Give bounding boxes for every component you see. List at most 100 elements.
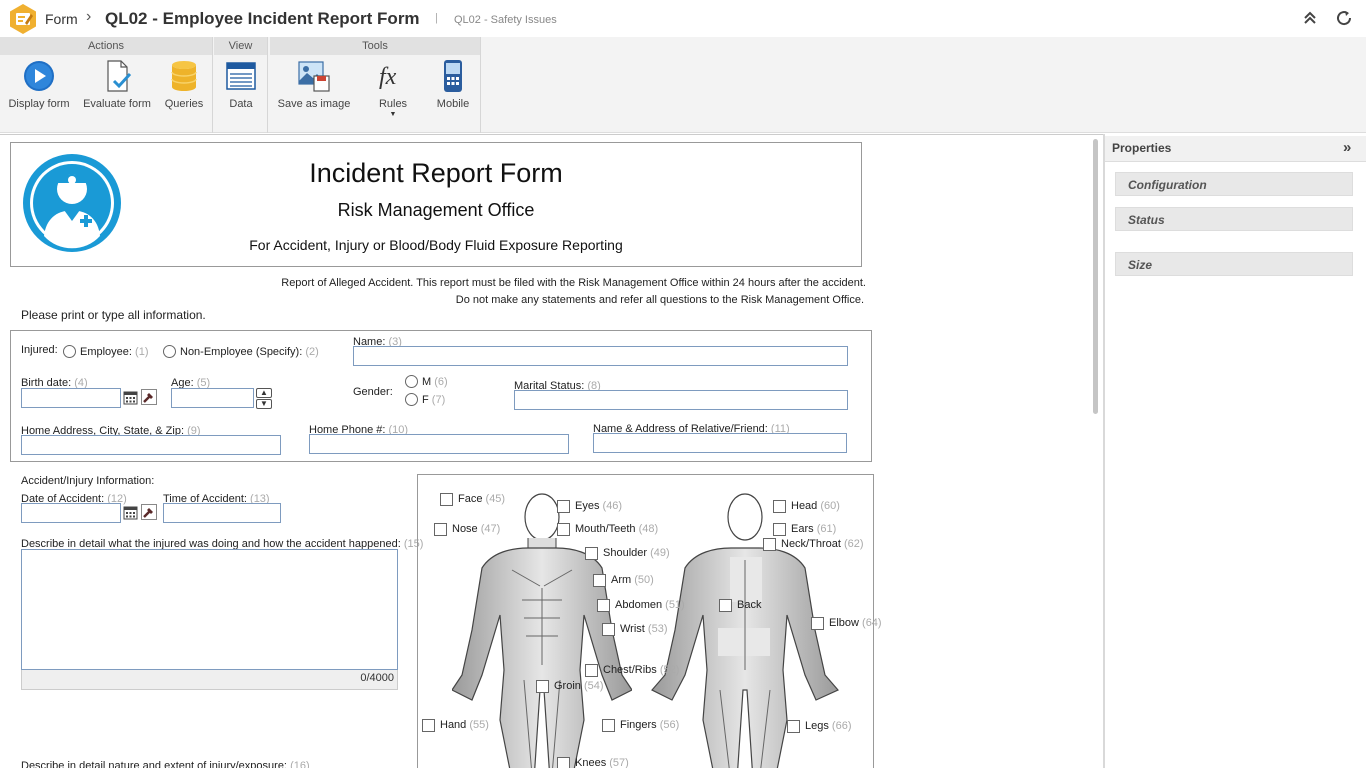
- play-icon: [22, 59, 56, 93]
- marital-status-input[interactable]: [514, 390, 848, 410]
- describe-accident-textarea[interactable]: [21, 549, 398, 670]
- display-form-label: Display form: [8, 98, 70, 110]
- eyes-label: Eyes (46): [575, 500, 623, 512]
- employee-radio[interactable]: [63, 345, 76, 358]
- address-input[interactable]: [21, 435, 281, 455]
- notice-line-2: Do not make any statements and refer all…: [455, 294, 864, 306]
- dropdown-caret-icon: ▼: [389, 111, 397, 118]
- database-icon: [167, 59, 201, 93]
- mobile-label: Mobile: [436, 98, 470, 110]
- refresh-icon[interactable]: [1335, 9, 1353, 27]
- groin-checkbox[interactable]: [536, 680, 549, 693]
- chest-ribs-checkbox[interactable]: [585, 664, 598, 677]
- ribbon-divider: [212, 37, 213, 133]
- ears-checkbox[interactable]: [773, 523, 786, 536]
- eyes-checkbox[interactable]: [557, 500, 570, 513]
- shoulder-checkbox[interactable]: [585, 547, 598, 560]
- name-input[interactable]: [353, 346, 848, 366]
- non-employee-radio[interactable]: [163, 345, 176, 358]
- fingers-label: Fingers (56): [620, 719, 680, 731]
- face-checkbox[interactable]: [440, 493, 453, 506]
- gender-m-radio[interactable]: [405, 375, 418, 388]
- calendar-icon[interactable]: [123, 505, 138, 520]
- neck-throat-checkbox[interactable]: [763, 538, 776, 551]
- page-title: QL02 - Employee Incident Report Form: [105, 9, 420, 28]
- image-save-icon: [297, 59, 331, 93]
- gender-f-label: F (7): [422, 394, 446, 406]
- size-section[interactable]: Size: [1115, 252, 1353, 276]
- clear-date-icon[interactable]: [141, 504, 157, 520]
- evaluate-form-button[interactable]: Evaluate form: [80, 59, 154, 129]
- mouth-teeth-label: Mouth/Teeth (48): [575, 523, 659, 535]
- back-checkbox[interactable]: [719, 599, 732, 612]
- knees-checkbox[interactable]: [557, 757, 570, 768]
- save-as-image-button[interactable]: Save as image: [276, 59, 352, 129]
- calendar-icon[interactable]: [123, 390, 138, 405]
- queries-button[interactable]: Queries: [160, 59, 208, 129]
- date-of-accident-input[interactable]: [21, 503, 121, 523]
- document-check-icon: [100, 59, 134, 93]
- form-title: Incident Report Form: [309, 158, 563, 188]
- non-employee-label: Non-Employee (Specify): (2): [180, 346, 319, 358]
- groin-label: Groin (54): [554, 680, 604, 692]
- character-counter: 0/4000: [21, 670, 398, 690]
- ears-label: Ears (61): [791, 523, 837, 535]
- form-purpose: For Accident, Injury or Blood/Body Fluid…: [249, 237, 623, 253]
- time-of-accident-input[interactable]: [163, 503, 281, 523]
- hand-checkbox[interactable]: [422, 719, 435, 732]
- head-label: Head (60): [791, 500, 840, 512]
- form-office: Risk Management Office: [337, 200, 535, 220]
- status-section[interactable]: Status: [1115, 207, 1353, 231]
- wrist-checkbox[interactable]: [602, 623, 615, 636]
- mobile-button[interactable]: Mobile: [432, 59, 474, 129]
- chest-ribs-label: Chest/Ribs (52): [603, 664, 680, 676]
- clear-date-icon[interactable]: [141, 389, 157, 405]
- display-form-button[interactable]: Display form: [4, 59, 74, 129]
- face-label: Face (45): [458, 493, 506, 505]
- collapse-right-icon[interactable]: »: [1343, 139, 1351, 156]
- ribbon-divider: [267, 37, 268, 133]
- ribbon-toolbar: Actions View Tools Display form Evaluate…: [0, 37, 1366, 133]
- properties-header: Properties »: [1105, 136, 1366, 162]
- ribbon-group-view: View: [214, 37, 267, 55]
- knees-label: Knees (57): [575, 757, 629, 768]
- collapse-up-icon[interactable]: [1301, 9, 1319, 27]
- app-logo-icon[interactable]: [8, 3, 38, 35]
- birth-date-input[interactable]: [21, 388, 121, 408]
- phone-input[interactable]: [309, 434, 569, 454]
- elbow-checkbox[interactable]: [811, 617, 824, 630]
- canvas-scrollbar[interactable]: [1093, 139, 1098, 414]
- legs-checkbox[interactable]: [787, 720, 800, 733]
- mobile-phone-icon: [436, 59, 470, 93]
- abdomen-label: Abdomen (51): [615, 599, 685, 611]
- gender-f-radio[interactable]: [405, 393, 418, 406]
- breadcrumb-form[interactable]: Form: [45, 11, 78, 27]
- notice-line-1: Report of Alleged Accident. This report …: [281, 277, 866, 289]
- rules-button[interactable]: fx Rules ▼: [372, 59, 414, 129]
- age-stepper[interactable]: ▲ ▼: [256, 388, 272, 409]
- age-input[interactable]: [171, 388, 254, 408]
- data-table-icon: [224, 59, 258, 93]
- ribbon-group-tools: Tools: [270, 37, 480, 55]
- head-checkbox[interactable]: [773, 500, 786, 513]
- page-subtitle: QL02 - Safety Issues: [454, 14, 557, 26]
- relative-input[interactable]: [593, 433, 847, 453]
- print-note: Please print or type all information.: [21, 308, 206, 322]
- injured-label: Injured:: [21, 344, 58, 356]
- mouth-teeth-checkbox[interactable]: [557, 523, 570, 536]
- configuration-section[interactable]: Configuration: [1115, 172, 1353, 196]
- wrist-label: Wrist (53): [620, 623, 668, 635]
- stepper-up-icon[interactable]: ▲: [256, 388, 272, 398]
- function-fx-icon: fx: [376, 59, 410, 93]
- injury-nature-label: Describe in detail nature and extent of …: [21, 760, 310, 768]
- elbow-label: Elbow (64): [829, 617, 882, 629]
- nose-checkbox[interactable]: [434, 523, 447, 536]
- fingers-checkbox[interactable]: [602, 719, 615, 732]
- data-button[interactable]: Data: [220, 59, 262, 129]
- abdomen-checkbox[interactable]: [597, 599, 610, 612]
- arm-checkbox[interactable]: [593, 574, 606, 587]
- stepper-down-icon[interactable]: ▼: [256, 399, 272, 409]
- back-label: Back: [737, 599, 762, 611]
- legs-label: Legs (66): [805, 720, 852, 732]
- title-divider: |: [435, 12, 438, 24]
